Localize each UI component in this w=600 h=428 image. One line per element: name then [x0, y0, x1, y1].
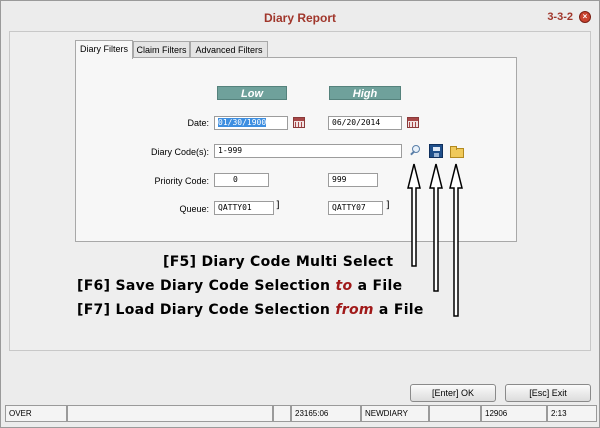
arrow-f6 — [429, 163, 443, 292]
status-bar: OVER 23165:06 NEWDIARY 12906 2:13 — [5, 405, 597, 422]
ok-button[interactable]: [Enter] OK — [410, 384, 496, 402]
status-user: NEWDIARY — [361, 405, 429, 422]
f7-annotation-emphasis: from — [335, 302, 374, 318]
f6-annotation-start: [F6] Save Diary Code Selection — [77, 278, 336, 294]
status-clock: 2:13 — [547, 405, 597, 422]
f6-annotation-emphasis: to — [335, 278, 353, 294]
status-time: 23165:06 — [291, 405, 361, 422]
exit-button[interactable]: [Esc] Exit — [505, 384, 591, 402]
arrow-f5 — [407, 163, 421, 267]
f7-annotation-end: a File — [373, 302, 424, 318]
status-mode: OVER — [5, 405, 67, 422]
status-number: 12906 — [481, 405, 547, 422]
status-cell — [67, 405, 273, 422]
f7-annotation: [F7] Load Diary Code Selection from a Fi… — [77, 302, 424, 318]
arrow-f7 — [449, 163, 463, 317]
report-window: Diary Report 3-3-2 × Diary Filters Claim… — [0, 0, 600, 428]
status-cell — [429, 405, 481, 422]
f6-annotation-end: a File — [352, 278, 403, 294]
f6-annotation: [F6] Save Diary Code Selection to a File — [77, 278, 402, 294]
f5-annotation: [F5] Diary Code Multi Select — [163, 254, 394, 270]
annotation-arrows — [407, 163, 463, 317]
status-cell — [273, 405, 291, 422]
f7-annotation-start: [F7] Load Diary Code Selection — [77, 302, 336, 318]
tab-diary-filters[interactable]: Diary Filters — [75, 40, 133, 59]
